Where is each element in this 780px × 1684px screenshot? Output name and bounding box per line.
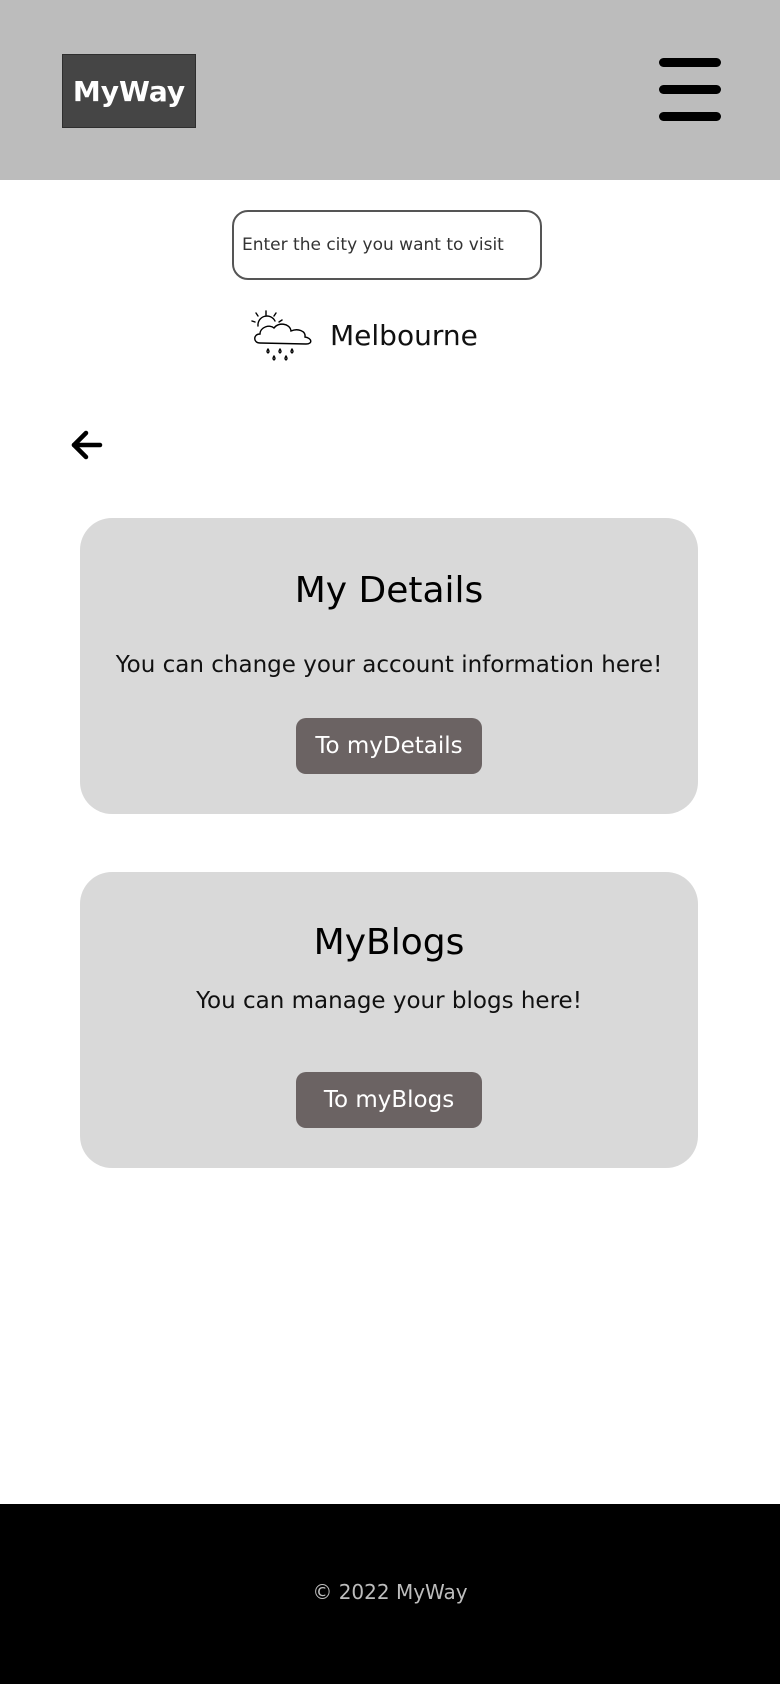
card-title: My Details — [294, 570, 484, 611]
copyright-text: © 2022 MyWay — [312, 1580, 468, 1604]
card-description: You can manage your blogs here! — [196, 988, 582, 1014]
weather-widget: Melbourne — [250, 305, 478, 365]
site-header: MyWay — [0, 0, 780, 180]
hamburger-menu-icon[interactable] — [659, 58, 721, 122]
back-button[interactable] — [68, 426, 106, 464]
card-title: MyBlogs — [313, 922, 465, 963]
card-description: You can change your account information … — [115, 652, 663, 678]
menu-bar — [659, 112, 721, 121]
city-search-input[interactable] — [232, 210, 542, 280]
menu-bar — [659, 58, 721, 67]
arrow-left-icon — [71, 430, 103, 460]
logo[interactable]: MyWay — [62, 54, 196, 128]
menu-bar — [659, 85, 721, 94]
my-details-card: My Details You can change your account i… — [80, 518, 698, 814]
my-blogs-card: MyBlogs You can manage your blogs here! … — [80, 872, 698, 1168]
to-my-details-button[interactable]: To myDetails — [296, 718, 482, 774]
city-name: Melbourne — [330, 318, 478, 352]
to-my-blogs-button[interactable]: To myBlogs — [296, 1072, 482, 1128]
cloud-sun-rain-icon — [251, 310, 312, 361]
site-footer: © 2022 MyWay — [0, 1504, 780, 1684]
